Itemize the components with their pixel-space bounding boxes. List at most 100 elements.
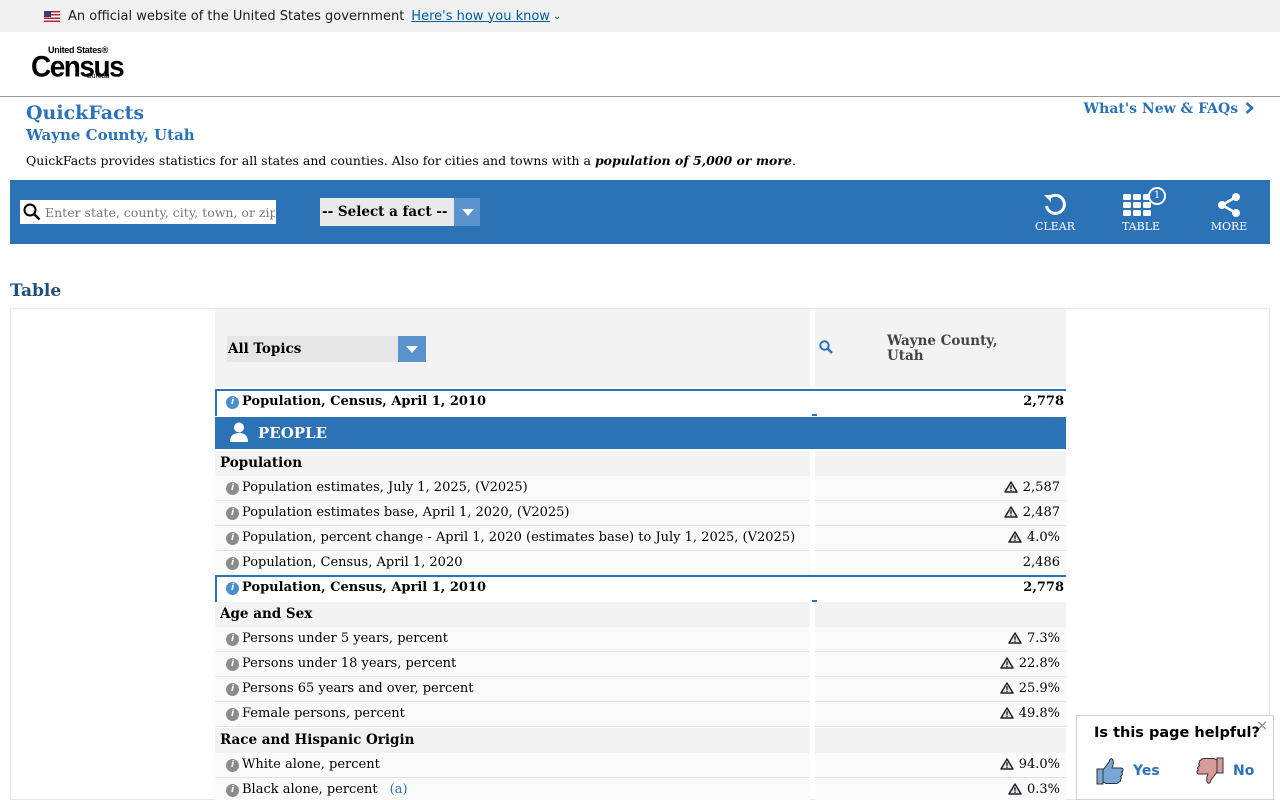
topics-dropdown[interactable]: All Topics [227, 336, 426, 362]
warning-triangle-icon[interactable] [999, 707, 1014, 719]
info-icon[interactable]: i [226, 507, 239, 520]
info-icon[interactable]: i [226, 708, 239, 721]
table-heading: Table [10, 281, 62, 301]
select-fact-label: -- Select a fact -- [322, 204, 448, 220]
warning-triangle-icon[interactable] [1004, 506, 1018, 518]
row-label-cell: i Population, percent change - April 1, 2… [215, 526, 810, 551]
chevron-down-icon[interactable]: ⌄ [553, 11, 561, 22]
refresh-icon [1044, 193, 1066, 215]
info-icon[interactable]: i [226, 582, 239, 595]
row-label: Persons under 18 years, percent [242, 656, 456, 671]
table-row[interactable]: i Population estimates base, April 1, 202… [215, 501, 1066, 526]
row-value: 0.3% [1026, 782, 1060, 797]
row-label: Population, Census, April 1, 2010 [242, 394, 487, 409]
info-icon[interactable]: i [226, 683, 239, 696]
row-label: Black alone, percent (a) [242, 782, 408, 797]
topics-label: All Topics [228, 341, 302, 357]
column-header-wayne-county[interactable]: Wayne County, Utah [887, 334, 998, 364]
table-header: All Topics Wayne County, Utah [215, 309, 1066, 387]
section-label-cell: Population [215, 451, 810, 476]
row-value: 7.3% [1026, 631, 1060, 646]
select-fact-dropdown[interactable]: -- Select a fact -- [320, 198, 480, 226]
row-label-text: Population estimates base, April 1, 2020… [242, 505, 570, 520]
row-label-cell: i Population, Census, April 1, 2020 [215, 551, 810, 576]
row-label: Population estimates base, April 1, 2020… [242, 505, 569, 520]
dropdown-arrow-icon [452, 198, 480, 226]
row-value-cell: 0.3% [815, 778, 1066, 800]
table-row[interactable]: i Population estimates, July 1, 2025, (V2… [215, 476, 1066, 501]
feedback-yes-button[interactable]: Yes [1095, 754, 1160, 788]
row-label: Population, percent change - April 1, 20… [242, 530, 795, 545]
warning-triangle-icon[interactable] [1008, 632, 1022, 644]
info-icon[interactable]: i [226, 633, 239, 646]
heres-how-you-know-link[interactable]: Here's how you know [411, 9, 550, 24]
warning-triangle-icon[interactable] [1008, 531, 1022, 543]
table-row[interactable]: i Female persons, percent 49.8% [215, 702, 1066, 727]
table-count-badge: 1 [1148, 187, 1166, 205]
table-row[interactable]: i White alone, percent 94.0% [215, 753, 1066, 778]
pinned-row[interactable]: i Population, Census, April 1, 2010 2,77… [215, 389, 1068, 416]
row-label-text: Black alone, percent [242, 782, 378, 797]
description-text: QuickFacts provides statistics for all s… [26, 153, 595, 168]
row-label-text: Population estimates, July 1, 2025, (V20… [242, 480, 528, 495]
feedback-no-button[interactable]: No [1195, 754, 1254, 788]
table-row[interactable]: i Population, Census, April 1, 2020 2,486 [215, 551, 1066, 576]
row-label: Population, Census, April 1, 2020 [242, 555, 462, 570]
info-icon[interactable]: i [226, 396, 239, 409]
feedback-question: Is this page helpful? [1094, 725, 1260, 741]
table-row[interactable]: i Black alone, percent (a) 0.3% [215, 778, 1066, 800]
row-label-text: Persons under 18 years, percent [242, 656, 457, 671]
table-row[interactable]: i Persons under 5 years, percent 7.3% [215, 627, 1066, 652]
logo-line3: Bureau [87, 73, 110, 80]
table-row[interactable]: i Population, Census, April 1, 2010 2,778 [215, 575, 1068, 602]
clear-label: CLEAR [1035, 220, 1075, 233]
section-header: Race and Hispanic Origin [215, 728, 1066, 753]
info-icon[interactable]: i [226, 557, 239, 570]
row-label-cell: i White alone, percent [215, 753, 810, 778]
table-row[interactable]: i Persons 65 years and over, percent 25.9% [215, 677, 1066, 702]
more-label: MORE [1210, 220, 1248, 233]
row-label-text: Population, percent change - April 1, 20… [242, 530, 796, 545]
row-value-cell: 22.8% [815, 652, 1066, 677]
chevron-right-icon [1245, 102, 1254, 114]
search-input[interactable] [45, 201, 275, 223]
more-button[interactable]: MORE [1199, 192, 1259, 236]
people-label: PEOPLE [258, 424, 328, 442]
warning-triangle-icon[interactable] [999, 682, 1014, 694]
clear-button[interactable]: CLEAR [1025, 192, 1085, 236]
census-logo[interactable]: United States® Census Bureau [31, 45, 125, 85]
row-label: Population, Census, April 1, 2010 [242, 580, 486, 595]
whats-new-link[interactable]: What's New & FAQs [1083, 101, 1254, 117]
info-icon[interactable]: i [226, 784, 239, 797]
row-value-cell: 25.9% [815, 677, 1066, 702]
warning-triangle-icon[interactable] [1008, 783, 1022, 795]
row-value-cell: 94.0% [815, 753, 1066, 778]
info-icon[interactable]: i [226, 532, 239, 545]
warning-triangle-icon[interactable] [999, 657, 1014, 669]
info-icon[interactable]: i [226, 482, 239, 495]
page-description: QuickFacts provides statistics for all s… [26, 153, 796, 168]
page-title[interactable]: QuickFacts [26, 102, 144, 124]
row-label-cell: i Population, Census, April 1, 2010 [217, 391, 812, 416]
table-button[interactable]: 1 TABLE [1111, 187, 1171, 236]
section-title: Race and Hispanic Origin [220, 732, 415, 748]
dropdown-arrow-icon [398, 336, 426, 362]
description-suffix: . [791, 153, 796, 168]
row-label-text: White alone, percent [242, 757, 380, 772]
warning-triangle-icon[interactable] [1004, 481, 1018, 493]
description-bold: population of 5,000 or more [594, 153, 792, 168]
search-icon [23, 203, 41, 221]
info-icon[interactable]: i [226, 658, 239, 671]
row-label: Persons under 5 years, percent [242, 631, 448, 646]
search-icon[interactable] [819, 340, 833, 354]
section-header: Age and Sex [215, 602, 1066, 627]
table-row[interactable]: i Persons under 18 years, percent 22.8% [215, 652, 1066, 677]
warning-triangle-icon[interactable] [999, 758, 1014, 770]
row-value: 22.8% [1018, 656, 1060, 671]
column-header-line2: Utah [887, 348, 924, 364]
info-icon[interactable]: i [226, 759, 239, 772]
thumbs-down-icon [1196, 757, 1224, 784]
footnote-link[interactable]: (a) [390, 782, 408, 797]
table-row[interactable]: i Population, percent change - April 1, 2… [215, 526, 1066, 551]
thumbs-up-icon [1096, 758, 1124, 785]
